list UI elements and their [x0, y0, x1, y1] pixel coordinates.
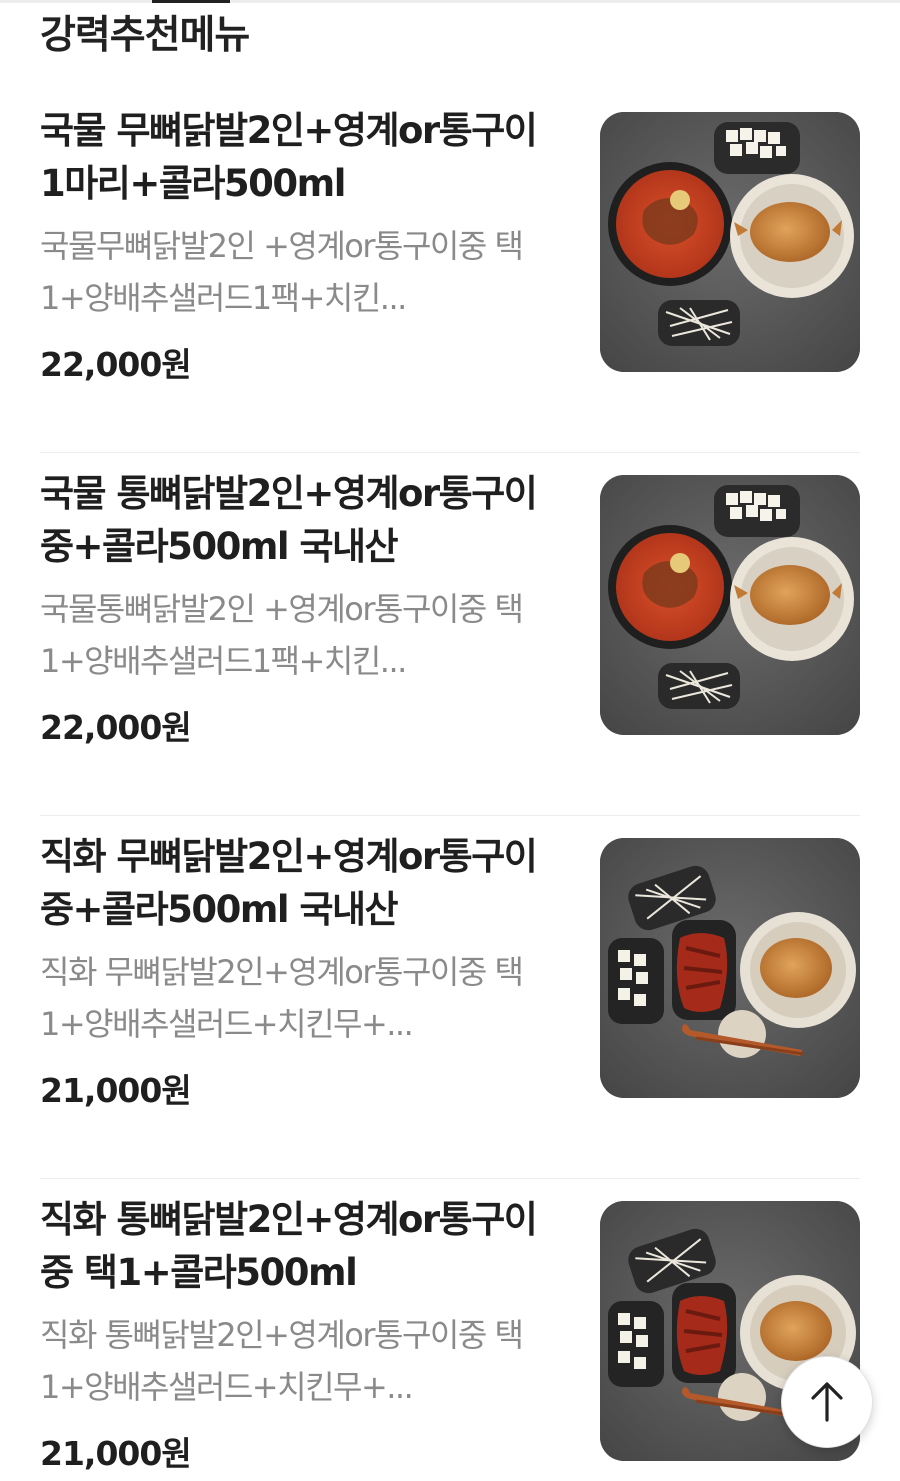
menu-list: 국물 무뼈닭발2인+영계or통구이1마리+콜라500ml 국물무뼈닭발2인 +영… — [40, 90, 860, 1481]
scroll-to-top-button[interactable] — [781, 1356, 873, 1448]
menu-item[interactable]: 직화 통뼈닭발2인+영계or통구이중 택1+콜라500ml 직화 통뼈닭발2인+… — [40, 1179, 860, 1481]
menu-item-photo[interactable] — [600, 475, 860, 735]
menu-item-description: 직화 통뼈닭발2인+영계or통구이중 택1+양배추샐러드+치킨무+... — [40, 1316, 524, 1406]
menu-item-name: 국물 무뼈닭발2인+영계or통구이1마리+콜라500ml — [40, 109, 538, 205]
menu-item-photo[interactable] — [600, 112, 860, 372]
menu-item[interactable]: 직화 무뼈닭발2인+영계or통구이중+콜라500ml 국내산 직화 무뼈닭발2인… — [40, 816, 860, 1179]
menu-item-description: 국물통뼈닭발2인 +영계or통구이중 택1+양배추샐러드1팩+치킨... — [40, 590, 524, 680]
menu-item[interactable]: 국물 무뼈닭발2인+영계or통구이1마리+콜라500ml 국물무뼈닭발2인 +영… — [40, 90, 860, 453]
arrow-up-icon — [811, 1382, 843, 1422]
menu-item-price: 22,000원 — [40, 708, 192, 747]
grilled-chicken-feet-set-photo — [600, 838, 860, 1098]
section-title: 강력추천메뉴 — [40, 13, 250, 58]
menu-item-description: 국물무뼈닭발2인 +영계or통구이중 택1+양배추샐러드1팩+치킨... — [40, 227, 524, 317]
menu-item-text: 국물 무뼈닭발2인+영계or통구이1마리+콜라500ml 국물무뼈닭발2인 +영… — [40, 104, 560, 386]
page: 강력추천메뉴 국물 무뼈닭발2인+영계or통구이1마리+콜라500ml 국물무뼈… — [0, 0, 900, 1481]
menu-item-price: 22,000원 — [40, 345, 192, 384]
menu-item-name: 국물 통뼈닭발2인+영계or통구이중+콜라500ml 국내산 — [40, 472, 538, 568]
soup-chicken-feet-set-photo — [600, 112, 860, 372]
active-tab-indicator — [152, 0, 230, 3]
menu-item-name: 직화 통뼈닭발2인+영계or통구이중 택1+콜라500ml — [40, 1198, 538, 1294]
menu-item-name: 직화 무뼈닭발2인+영계or통구이중+콜라500ml 국내산 — [40, 835, 538, 931]
menu-item[interactable]: 국물 통뼈닭발2인+영계or통구이중+콜라500ml 국내산 국물통뼈닭발2인 … — [40, 453, 860, 816]
menu-item-photo[interactable] — [600, 838, 860, 1098]
menu-item-description: 직화 무뼈닭발2인+영계or통구이중 택1+양배추샐러드+치킨무+... — [40, 953, 524, 1043]
menu-item-price: 21,000원 — [40, 1434, 192, 1473]
soup-chicken-feet-set-photo — [600, 475, 860, 735]
menu-item-price: 21,000원 — [40, 1071, 192, 1110]
menu-item-text: 직화 통뼈닭발2인+영계or통구이중 택1+콜라500ml 직화 통뼈닭발2인+… — [40, 1193, 560, 1475]
menu-item-text: 직화 무뼈닭발2인+영계or통구이중+콜라500ml 국내산 직화 무뼈닭발2인… — [40, 830, 560, 1112]
top-divider — [0, 0, 900, 3]
menu-item-text: 국물 통뼈닭발2인+영계or통구이중+콜라500ml 국내산 국물통뼈닭발2인 … — [40, 467, 560, 749]
